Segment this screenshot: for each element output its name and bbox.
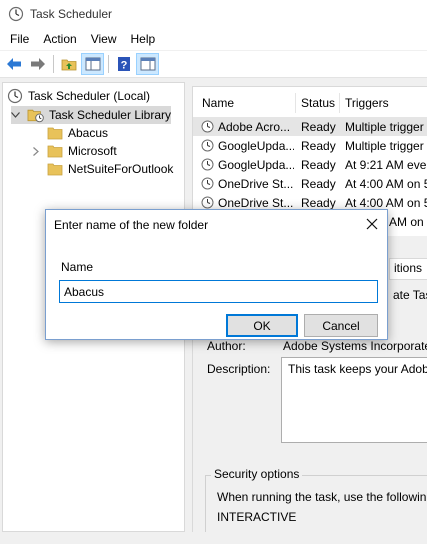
- close-icon[interactable]: [365, 217, 379, 231]
- clock-icon: [8, 6, 24, 22]
- task-clock-icon: [201, 139, 214, 152]
- column-divider[interactable]: [339, 93, 340, 113]
- folder-name-input[interactable]: [59, 280, 378, 303]
- author-value: Adobe Systems Incorporated: [283, 339, 427, 353]
- menu-action[interactable]: Action: [36, 30, 83, 48]
- chevron-right-icon[interactable]: [31, 146, 41, 156]
- tree-item-label: Task Scheduler (Local): [28, 89, 151, 103]
- task-status: Ready: [301, 157, 336, 172]
- folder-icon: [47, 145, 63, 158]
- task-triggers: Multiple trigger: [345, 138, 424, 153]
- menu-help[interactable]: Help: [124, 30, 163, 48]
- show-hide-console-tree-button[interactable]: [81, 53, 104, 75]
- security-options-legend: Security options: [211, 467, 303, 481]
- task-triggers: AM on 5: [389, 214, 427, 229]
- ok-button[interactable]: OK: [226, 314, 298, 337]
- tree-item-netsuiteforoutlook[interactable]: NetSuiteForOutlook: [47, 160, 173, 178]
- table-row[interactable]: GoogleUpda... Ready Multiple trigger: [193, 136, 427, 155]
- dialog-title: Enter name of the new folder: [54, 217, 209, 232]
- description-label: Description:: [207, 362, 271, 376]
- task-status: Ready: [301, 119, 336, 134]
- security-description: When running the task, use the following: [217, 490, 427, 504]
- author-label: Author:: [207, 339, 246, 353]
- security-account: INTERACTIVE: [217, 510, 297, 524]
- tree-item-label: Task Scheduler Library: [48, 108, 171, 122]
- task-status: Ready: [301, 176, 336, 191]
- window-title: Task Scheduler: [30, 7, 113, 21]
- scheduler-folder-icon: [27, 109, 44, 123]
- folder-icon: [47, 163, 63, 176]
- toolbar-separator: [108, 55, 109, 73]
- toolbar-separator: [53, 55, 54, 73]
- task-triggers: At 4:00 AM on 5: [345, 176, 427, 191]
- back-button[interactable]: [2, 53, 25, 75]
- help-button[interactable]: ?: [112, 53, 135, 75]
- tree-item-abacus[interactable]: Abacus: [47, 124, 108, 142]
- forward-arrow-icon: [30, 58, 45, 70]
- column-header-triggers[interactable]: Triggers: [345, 93, 389, 113]
- menu-file[interactable]: File: [3, 30, 36, 48]
- task-triggers: Multiple trigger: [345, 119, 424, 134]
- task-name: OneDrive St...: [218, 176, 294, 191]
- title-bar: Task Scheduler: [0, 0, 427, 28]
- task-triggers: At 4:00 AM on 5: [345, 195, 427, 210]
- tab-conditions[interactable]: itions: [389, 258, 427, 280]
- new-folder-dialog: Enter name of the new folder Name OK Can…: [45, 209, 388, 340]
- menu-view[interactable]: View: [84, 30, 124, 48]
- chevron-down-icon[interactable]: [11, 110, 21, 120]
- show-hide-action-pane-icon: [140, 57, 155, 71]
- task-clock-icon: [201, 158, 214, 171]
- tree-item-task-scheduler-library[interactable]: Task Scheduler Library: [11, 106, 171, 124]
- task-name: GoogleUpda...: [218, 138, 294, 153]
- folder-up-icon: [61, 59, 76, 71]
- task-name: GoogleUpda...: [218, 157, 294, 172]
- tree-item-label: Abacus: [68, 126, 109, 140]
- dialog-body: Name OK Cancel: [46, 239, 387, 339]
- name-label: Name: [61, 260, 94, 274]
- status-bar: [0, 534, 427, 544]
- back-arrow-icon: [6, 58, 21, 70]
- create-task-link[interactable]: ate Task: [389, 286, 427, 308]
- task-status: Ready: [301, 195, 336, 210]
- description-value: This task keeps your Adobe: [288, 362, 427, 376]
- show-hide-console-tree-icon: [85, 57, 100, 71]
- tree-item-label: Microsoft: [68, 144, 117, 158]
- tree-item-task-scheduler-local[interactable]: Task Scheduler (Local): [7, 87, 150, 105]
- task-name: Adobe Acro...: [218, 119, 291, 134]
- task-name: OneDrive St...: [218, 195, 294, 210]
- table-row[interactable]: Adobe Acro... Ready Multiple trigger: [193, 117, 427, 136]
- forward-button[interactable]: [26, 53, 49, 75]
- table-row[interactable]: OneDrive St... Ready At 4:00 AM on 5: [193, 174, 427, 193]
- clock-icon: [7, 88, 23, 104]
- toolbar: ?: [0, 51, 427, 78]
- svg-text:?: ?: [120, 60, 127, 72]
- task-clock-icon: [201, 177, 214, 190]
- column-header-name[interactable]: Name: [202, 93, 234, 113]
- task-status: Ready: [301, 138, 336, 153]
- column-header-status[interactable]: Status: [301, 93, 335, 113]
- menu-bar: File Action View Help: [0, 28, 427, 50]
- column-divider[interactable]: [295, 93, 296, 113]
- up-one-level-button[interactable]: [57, 53, 80, 75]
- task-triggers: At 9:21 AM ever: [345, 157, 427, 172]
- task-clock-icon: [201, 196, 214, 209]
- help-icon: ?: [117, 57, 130, 72]
- table-row[interactable]: GoogleUpda... Ready At 9:21 AM ever: [193, 155, 427, 174]
- show-hide-action-pane-button[interactable]: [136, 53, 159, 75]
- folder-icon: [47, 127, 63, 140]
- tree-item-label: NetSuiteForOutlook: [68, 162, 174, 176]
- description-box[interactable]: This task keeps your Adobe: [281, 357, 427, 443]
- dialog-title-bar: Enter name of the new folder: [46, 210, 387, 239]
- cancel-button[interactable]: Cancel: [304, 314, 378, 337]
- task-clock-icon: [201, 120, 214, 133]
- tree-item-microsoft[interactable]: Microsoft: [31, 142, 117, 160]
